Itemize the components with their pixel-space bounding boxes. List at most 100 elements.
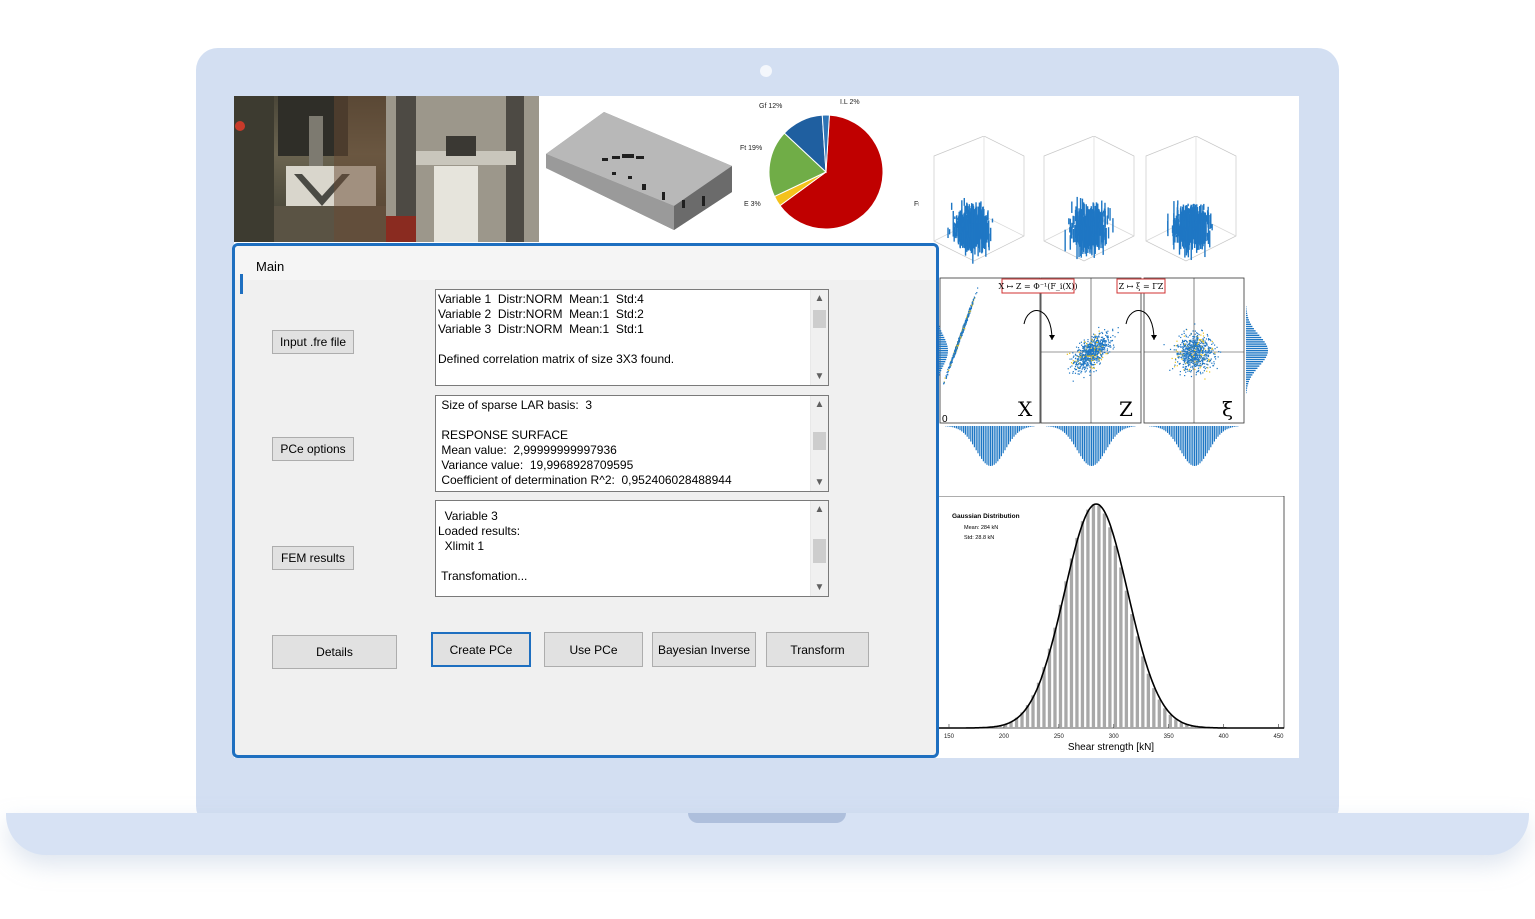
scroll-down-icon[interactable]: ▼ [811,579,828,596]
chart-annotation: Std: 28.8 kN [964,535,994,541]
log-line: Size of sparse LAR basis: 3 [438,398,593,412]
transform-panel: ξ [1143,277,1245,466]
x-tick-label: 350 [1164,734,1175,740]
pie-slice-label: I.L 2% [840,99,860,106]
log-line: Variable 2 Distr:NORM Mean:1 Std:2 [438,307,644,321]
use-pce-button[interactable]: Use PCe [544,632,643,667]
fem-results-button[interactable]: FEM results [272,546,354,570]
focus-accent [240,274,243,294]
main-window: Main Input .fre file PCe options FEM res… [232,243,939,758]
pce-log-text: Size of sparse LAR basis: 3 RESPONSE SUR… [438,398,810,488]
webcam-icon [760,65,772,77]
transform-variable-label: X [1018,397,1033,421]
log-line: Variable 1 Distr:NORM Mean:1 Std:4 [438,292,644,306]
input-log-textbox[interactable]: Variable 1 Distr:NORM Mean:1 Std:4 Variab… [435,289,829,386]
pce-log-textbox[interactable]: Size of sparse LAR basis: 3 RESPONSE SUR… [435,395,829,492]
log-line: RESPONSE SURFACE [438,428,569,442]
histogram-bar [1091,504,1096,728]
histogram-bar [1053,627,1057,728]
histogram-bar [1174,719,1178,728]
x-tick-label: 400 [1219,734,1230,740]
transformation-figure: X Zξ 0 X ↦ Z = Φ⁻¹(F_i(X)) Z ↦ ξ = ΓZ [936,277,1268,466]
histogram-bar [1097,505,1101,728]
pie-slice-label: Fr [914,201,919,208]
histogram-bar [1113,545,1118,728]
pie-slice-label: E 3% [744,201,761,208]
lab-photo-2-illustration [386,96,539,242]
log-line: Variance value: 19,9968928709595 [438,458,634,472]
histogram-bar [1124,590,1129,728]
x-tick-label: 450 [1274,734,1285,740]
scroll-up-icon[interactable]: ▲ [811,501,828,518]
x-tick-label: 300 [1109,734,1120,740]
formula-text: X ↦ Z = Φ⁻¹(F_i(X)) [998,282,1077,291]
scrollbar[interactable]: ▲ ▼ [810,501,828,596]
gaussian-distribution-chart: 150 200 250 300 350 400 450 Shear strength [kN]… [938,496,1285,753]
x-tick-label: 150 [944,734,955,740]
scroll-thumb[interactable] [813,432,826,450]
log-line: Transfomation... [438,569,528,583]
histogram-bar [1152,688,1156,728]
pie-slice-label: Gf 12% [759,103,782,110]
lab-photo-1-illustration [234,96,386,242]
histogram-bar [1058,604,1063,728]
lab-photo-2 [386,96,539,242]
3d-scatter-plots [933,136,1237,264]
transform-variable-label: Z [1119,397,1133,421]
pce-options-button[interactable]: PCe options [272,437,354,461]
histogram-bar [1135,636,1140,728]
details-button[interactable]: Details [272,635,397,669]
scroll-down-icon[interactable]: ▼ [811,368,828,385]
chart-annotation: Mean: 284 kN [964,525,998,531]
histogram-bar [1042,667,1046,728]
input-fre-file-button[interactable]: Input .fre file [272,330,354,354]
fem-log-textbox[interactable]: Variable 3 Loaded results: Xlimit 1 Trans… [435,500,829,597]
log-line: Variable 3 Distr:NORM Mean:1 Std:1 [438,322,644,336]
scroll-thumb[interactable] [813,539,826,563]
3d-scatter-plot [1043,136,1135,262]
scrollbar[interactable]: ▲ ▼ [810,290,828,385]
histogram-bar [1141,656,1145,728]
histogram-bar [1168,714,1172,728]
pie-chart: Fr E 3% Ft 19% Gf 12% I.L 2% [740,99,919,230]
x-tick-label: 250 [1054,734,1065,740]
origin-label: 0 [942,414,948,425]
chart-title: Gaussian Distribution [952,513,1020,520]
log-line: Mean value: 2,99999999997936 [438,443,617,457]
scroll-up-icon[interactable]: ▲ [811,396,828,413]
pie-slice-label: Ft 19% [740,145,762,152]
histogram-bar [1086,509,1090,728]
scroll-up-icon[interactable]: ▲ [811,290,828,307]
scroll-down-icon[interactable]: ▼ [811,474,828,491]
histogram-bar [1146,673,1150,728]
histogram-bar [1080,521,1085,728]
transform-variable-label: ξ [1222,397,1233,421]
bayesian-inverse-button[interactable]: Bayesian Inverse [652,632,756,667]
histogram-bar [1064,581,1068,728]
window-title: Main [256,259,285,274]
transform-button[interactable]: Transform [766,632,869,667]
histogram-bar [1130,614,1134,728]
scrollbar[interactable]: ▲ ▼ [810,396,828,491]
fem-mesh-image [546,112,732,230]
laptop-hinge-notch [688,813,846,823]
log-line: Defined correlation matrix of size 3X3 f… [438,352,675,366]
histogram-bar [1102,513,1107,728]
histogram-bar [1069,558,1074,728]
lab-photo-1 [234,96,386,242]
log-line: Variable 3 [438,509,498,523]
log-line: Loaded results: [438,524,521,538]
formula-text: Z ↦ ξ = ΓZ [1119,282,1164,291]
3d-scatter-plot [1145,136,1237,262]
create-pce-button[interactable]: Create PCe [431,632,531,667]
histogram-bar [1119,567,1123,728]
x-tick-label: 200 [999,734,1010,740]
log-line: Coefficient of determination R^2: 0,9524… [438,473,732,487]
scroll-thumb[interactable] [813,310,826,328]
histogram-bar [1163,708,1167,728]
histogram-bar [1108,527,1112,728]
transform-panel: Z [1040,277,1142,466]
